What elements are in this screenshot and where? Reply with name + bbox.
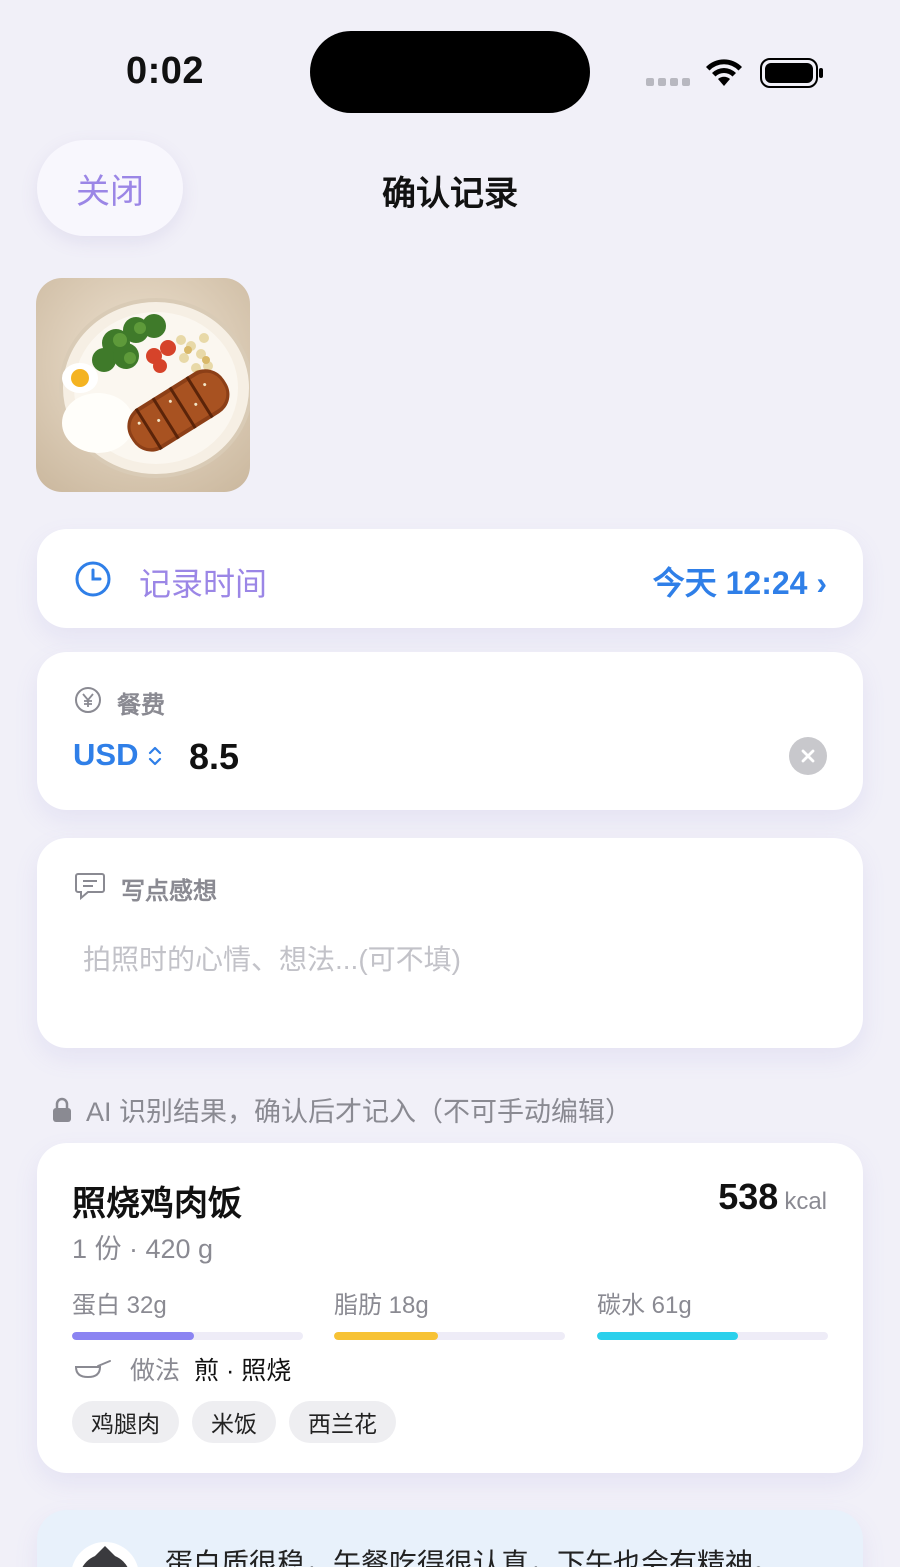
status-bar: 0:02 [0, 0, 900, 140]
avatar [71, 1542, 139, 1567]
battery-icon [760, 58, 823, 88]
page-title: 确认记录 [382, 175, 518, 213]
food-photo [36, 278, 250, 492]
macro-label: 蛋白 32g [72, 1292, 167, 1319]
signal-icon [646, 78, 690, 86]
macro-fat: 脂肪 18g [334, 1285, 565, 1340]
calories-unit: kcal [784, 1188, 827, 1215]
food-result-card: 照烧鸡肉饭 538 kcal 1 份 · 420 g 蛋白 32g 脂肪 18g … [37, 1143, 863, 1473]
status-time: 0:02 [126, 50, 205, 92]
cooking-method: 做法 煎 · 照烧 [74, 1351, 291, 1387]
ai-result-notice: AI 识别结果，确认后才记入（不可手动编辑） [52, 1090, 632, 1129]
food-portion: 1 份 · 420 g [72, 1234, 214, 1264]
currency-selector[interactable]: USD [73, 737, 138, 773]
lock-icon [53, 1097, 71, 1122]
macro-label: 碳水 61g [597, 1292, 692, 1319]
ingredient-tag: 鸡腿肉 [72, 1401, 179, 1443]
clock-icon [75, 561, 111, 597]
dynamic-island [310, 31, 590, 113]
food-calories: 538 kcal [718, 1176, 827, 1218]
note-card[interactable]: 写点感想 拍照时的心情、想法...(可不填) [37, 838, 863, 1048]
macro-protein: 蛋白 32g [72, 1285, 303, 1340]
record-time-value[interactable]: 今天 12:24 › [653, 558, 827, 604]
note-input[interactable]: 拍照时的心情、想法...(可不填) [83, 938, 461, 978]
macro-bar [72, 1332, 195, 1340]
amount-input[interactable] [189, 736, 689, 778]
tip-card: 蛋白质很稳，午餐吃得很认真，下午也会有精神。 [37, 1510, 863, 1567]
calories-value: 538 [718, 1176, 779, 1217]
meal-fee-label: 餐费 [117, 692, 165, 719]
chevron-updown-icon[interactable] [147, 743, 163, 769]
ingredient-tag: 米饭 [192, 1401, 276, 1443]
note-label: 写点感想 [121, 878, 217, 905]
cooking-pan-icon [74, 1360, 111, 1379]
chat-bubble-icon [75, 873, 105, 901]
meal-fee-card: 餐费 USD [37, 652, 863, 810]
record-time-label: 记录时间 [139, 566, 268, 602]
ai-result-notice-text: AI 识别结果，确认后才记入（不可手动编辑） [86, 1097, 633, 1127]
macro-label: 脂肪 18g [334, 1292, 429, 1319]
cooking-method-label: 做法 [130, 1357, 181, 1385]
tip-text: 蛋白质很稳，午餐吃得很认真，下午也会有精神。 [165, 1548, 782, 1567]
ingredient-tags: 鸡腿肉 米饭 西兰花 [72, 1401, 396, 1443]
wifi-icon [706, 59, 742, 86]
yen-icon [75, 687, 101, 713]
record-time-row[interactable]: 记录时间 今天 12:24 › [37, 529, 863, 628]
cooking-method-value: 煎 · 照烧 [194, 1357, 292, 1385]
food-name: 照烧鸡肉饭 [72, 1185, 242, 1223]
macro-carbs: 碳水 61g [597, 1285, 828, 1340]
macro-bar [597, 1332, 738, 1340]
clear-icon[interactable] [789, 737, 827, 775]
macro-bar [334, 1332, 438, 1340]
ingredient-tag: 西兰花 [289, 1401, 396, 1443]
